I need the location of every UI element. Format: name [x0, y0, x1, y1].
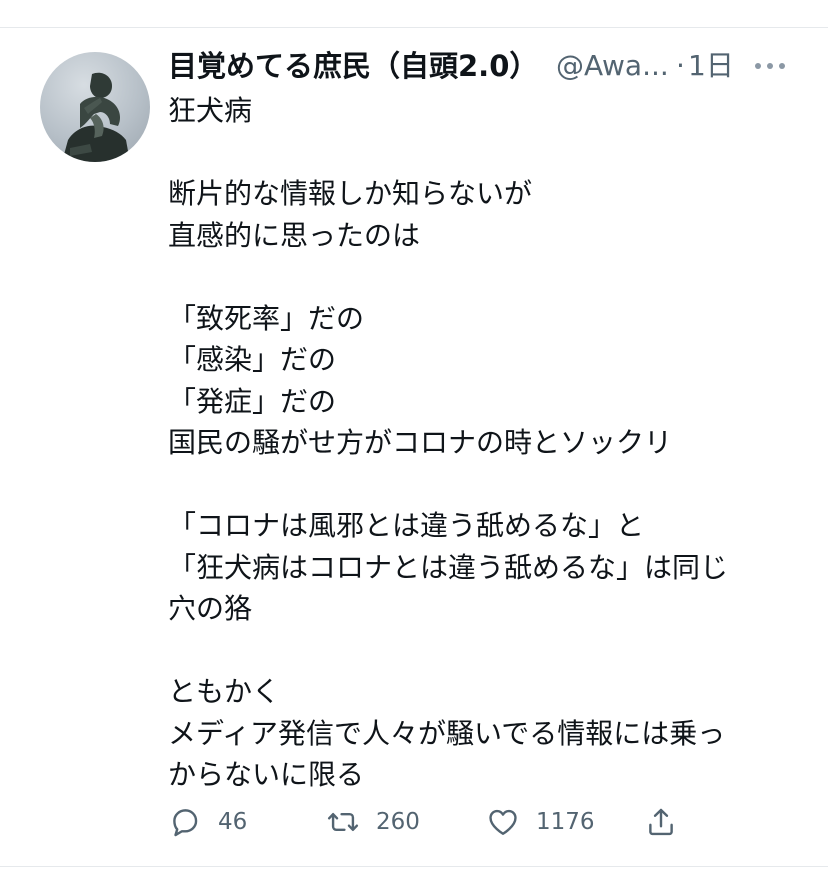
tweet-text-line: 国民の騒がせ方がコロナの時とソックリ [168, 426, 673, 459]
like-button[interactable]: 1176 [486, 800, 595, 844]
tweet-text-line: 断片的な情報しか知らないが [168, 177, 533, 210]
user-handle[interactable]: @Awa... [556, 48, 669, 84]
tweet-text: 狂犬病断片的な情報しか知らないが 直感的に思ったのは 「致死率」だの 「感染」だの 「発… [168, 90, 808, 796]
reply-button[interactable]: 46 [168, 800, 247, 844]
tweet-text-line: からないに限る [168, 758, 365, 791]
tweet-text-line: メディア発信で人々が騒いでる情報には乗っ [168, 716, 726, 750]
share-icon [649, 808, 673, 836]
separator-dot: · [676, 49, 685, 82]
bottom-divider [0, 866, 828, 867]
reply-icon [173, 809, 198, 837]
retweet-count: 260 [376, 809, 420, 835]
tweet-text-line: 「致死率」だの [168, 301, 365, 335]
share-button[interactable] [644, 800, 678, 844]
tweet-text-line: 「コロナは風邪とは違う舐めるな」と [168, 509, 645, 542]
tweet-header: 目覚めてる庶民（自頭2.0） @Awa... · 1日 [168, 44, 808, 88]
timestamp[interactable]: 1日 [688, 48, 734, 84]
reply-count: 46 [218, 809, 248, 835]
top-divider [0, 27, 828, 28]
thinker-statue-avatar-icon [62, 72, 130, 162]
more-horizontal-icon[interactable] [750, 54, 790, 78]
tweet-text-line: 「感染」だの [168, 343, 337, 376]
tweet-text-line: 「狂犬病はコロナとは違う舐めるな」は同じ [168, 550, 729, 584]
heart-icon [489, 809, 517, 835]
retweet-button[interactable]: 260 [326, 800, 420, 844]
tweet-actions: 46 260 1176 [168, 800, 788, 844]
tweet-text-line: 「発症」だの [168, 384, 337, 418]
tweet-text-line: 狂犬病 [168, 94, 253, 127]
tweet-text-line: 直感的に思ったのは [168, 218, 421, 252]
display-name[interactable]: 目覚めてる庶民（自頭2.0） [168, 48, 538, 84]
tweet-text-line: ともかく [168, 675, 281, 708]
like-count: 1176 [536, 809, 595, 835]
retweet-icon [327, 813, 359, 831]
tweet-text-line: 穴の狢 [168, 592, 253, 625]
avatar[interactable] [40, 52, 150, 162]
